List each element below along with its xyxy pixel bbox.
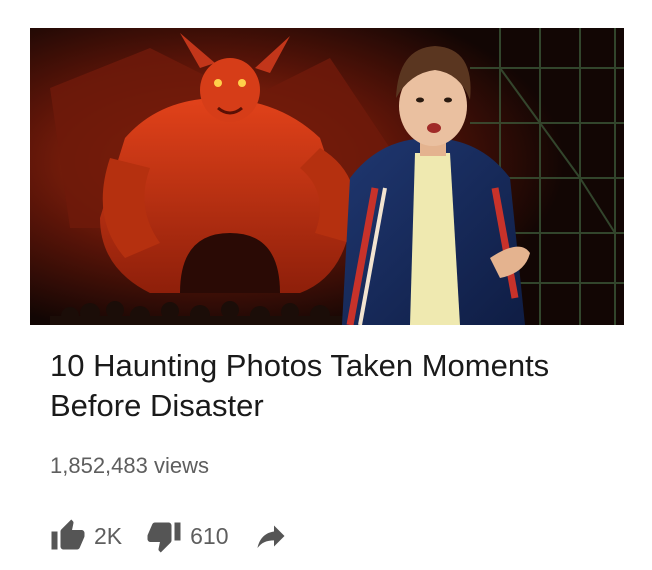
share-button[interactable] xyxy=(253,518,289,554)
video-title[interactable]: 10 Haunting Photos Taken Moments Before … xyxy=(50,346,610,426)
video-thumbnail[interactable] xyxy=(30,28,624,325)
view-count: 1,852,483 views xyxy=(50,453,209,478)
dislike-button[interactable]: 610 xyxy=(146,518,229,554)
like-count: 2K xyxy=(94,522,123,549)
thumbs-up-icon xyxy=(51,519,85,550)
dislike-count: 610 xyxy=(190,522,229,549)
thumbnail-image xyxy=(30,28,624,325)
share-arrow-icon xyxy=(257,525,285,548)
video-actions-bar: 2K 610 xyxy=(50,514,289,558)
like-button[interactable]: 2K xyxy=(50,518,122,554)
thumbs-down-icon xyxy=(147,522,181,553)
